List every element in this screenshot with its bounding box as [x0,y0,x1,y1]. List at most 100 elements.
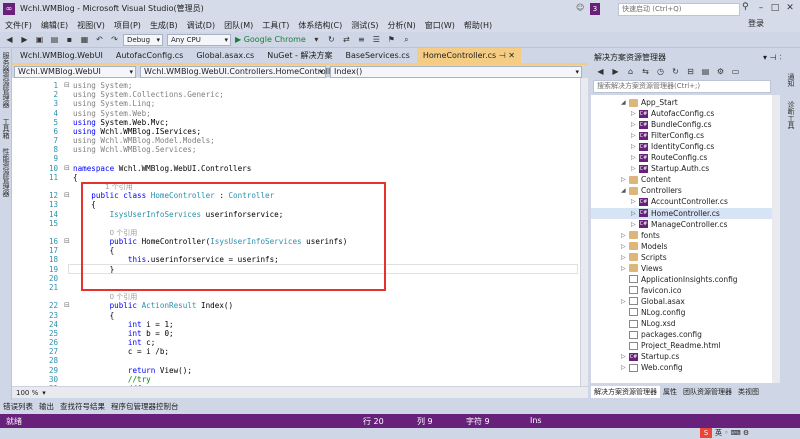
expand-arrow-icon[interactable]: ▷ [621,254,629,261]
platform-select[interactable]: Any CPU [167,33,231,46]
perf-explorer-tab[interactable]: 性能资源管理器 [1,148,11,197]
open-icon[interactable]: ▤ [48,33,61,46]
project-nav-select[interactable]: Wchl.WMBlog.WebUI [14,65,136,78]
code-line[interactable]: c = i /b; [73,347,169,356]
tree-item[interactable]: ▷ C# AccountController.cs [591,196,772,207]
se-tab-0[interactable]: 解决方案资源管理器 [591,386,660,398]
menu-item-11[interactable]: 窗口(W) [425,20,455,31]
tree-item[interactable]: ▷ fonts [591,230,772,241]
notifications-tab[interactable]: 通知 [786,73,796,87]
quick-launch-input[interactable]: 快速启动 (Ctrl+Q) [618,3,740,16]
bottom-tab-0[interactable]: 错误列表 [3,401,33,412]
solution-search-input[interactable]: 搜索解决方案资源管理器(Ctrl+;) [593,80,771,93]
fold-toggle-icon[interactable]: ⊟ [64,81,72,89]
code-line[interactable]: int b = 0; [73,329,174,338]
tree-item[interactable]: packages.config [591,329,772,340]
tree-item[interactable]: ▷ Content [591,174,772,185]
diagnostics-tab[interactable]: 诊断工具 [786,101,796,129]
tree-item[interactable]: ▷ C# HomeController.cs [591,207,772,219]
tree-item[interactable]: ▷ C# Startup.cs [591,351,772,362]
zoom-level[interactable]: 100 % [16,389,38,397]
menu-item-1[interactable]: 编辑(E) [41,20,68,31]
expand-arrow-icon[interactable]: ◢ [621,99,629,106]
menu-item-4[interactable]: 生成(B) [150,20,178,31]
close-tab-icon[interactable]: ⊣ ✕ [496,51,515,60]
tree-item[interactable]: ApplicationInsights.config [591,274,772,285]
doc-tab-0[interactable]: Wchl.WMBlog.WebUI [14,48,109,63]
expand-arrow-icon[interactable]: ▷ [631,132,639,139]
bottom-tab-2[interactable]: 查找符号结果 [60,401,105,412]
ime-mode-icon[interactable]: 英 ◦ ⌨ ⚙ [715,428,749,438]
expand-arrow-icon[interactable]: ▷ [631,165,639,172]
comment-icon[interactable]: ≡ [355,33,368,46]
class-nav-select[interactable]: Wchl.WMBlog.WebUI.Controllers.HomeContro… [140,65,338,78]
run-button[interactable]: ▶ Google Chrome [235,35,306,44]
menu-item-5[interactable]: 调试(D) [187,20,215,31]
code-line[interactable]: using System.Web.Mvc; [73,118,169,127]
back-icon[interactable]: ◀ [3,33,16,46]
se-sync-icon[interactable]: ⇆ [639,65,652,78]
code-line[interactable]: int i = 1; [73,320,174,329]
tree-item[interactable]: ▷ C# IdentityConfig.cs [591,141,772,152]
redo-icon[interactable]: ↷ [108,33,121,46]
se-show-all-icon[interactable]: ▤ [699,65,712,78]
expand-arrow-icon[interactable]: ▷ [631,110,639,117]
expand-arrow-icon[interactable]: ▷ [631,198,639,205]
doc-tab-3[interactable]: NuGet - 解决方案 [261,48,338,63]
se-pending-icon[interactable]: ◷ [654,65,667,78]
tree-item[interactable]: ▷ C# ManageController.cs [591,219,772,230]
maximize-icon[interactable]: □ [768,2,782,15]
se-refresh-icon[interactable]: ↻ [669,65,682,78]
feedback-icon[interactable]: ☺ [576,3,584,12]
menu-item-12[interactable]: 帮助(H) [464,20,492,31]
code-line[interactable]: using Wchl.WMBlog.Services; [73,145,196,154]
tree-item[interactable]: ▷ Global.asax [591,296,772,307]
code-line[interactable]: using System.Web; [73,109,151,118]
expand-arrow-icon[interactable]: ▷ [631,210,639,217]
code-line[interactable]: int c; [73,338,155,347]
se-back-icon[interactable]: ◀ [594,65,607,78]
tree-item[interactable]: ▷ Models [591,241,772,252]
expand-arrow-icon[interactable]: ▷ [621,353,629,360]
tree-item[interactable]: ◢ Controllers [591,185,772,196]
doc-tab-5[interactable]: HomeController.cs ⊣ ✕ [416,48,521,63]
toolbox-tab[interactable]: 工具箱 [1,118,11,139]
close-icon[interactable]: ✕ [783,2,797,15]
tree-item[interactable]: ▷ C# AutofacConfig.cs [591,108,772,119]
search-icon[interactable]: ⚲ [742,2,749,12]
menu-item-2[interactable]: 视图(V) [77,20,105,31]
run-dropdown-icon[interactable]: ▾ [310,33,323,46]
menu-item-6[interactable]: 团队(M) [224,20,253,31]
fold-toggle-icon[interactable]: ⊟ [64,301,72,309]
code-line[interactable]: using Wchl.WMBlog.IServices; [73,127,201,136]
code-line[interactable]: using Wchl.WMBlog.Model.Models; [73,136,215,145]
save-icon[interactable]: ▪ [63,33,76,46]
se-tab-1[interactable]: 属性 [660,386,680,398]
doc-tab-2[interactable]: Global.asax.cs [190,48,260,63]
tree-item[interactable]: ▷ C# Startup.Auth.cs [591,163,772,174]
ime-icon[interactable]: S [700,428,712,438]
notification-flag-icon[interactable]: 3 [590,3,600,15]
se-collapse-icon[interactable]: ⊟ [684,65,697,78]
bottom-tab-1[interactable]: 输出 [39,401,54,412]
se-tab-2[interactable]: 团队资源管理器 [680,386,735,398]
se-home-icon[interactable]: ⌂ [624,65,637,78]
undo-icon[interactable]: ↶ [93,33,106,46]
menu-item-0[interactable]: 文件(F) [5,20,32,31]
new-project-icon[interactable]: ▣ [33,33,46,46]
menu-item-10[interactable]: 分析(N) [388,20,416,31]
expand-arrow-icon[interactable]: ▷ [631,221,639,228]
config-select[interactable]: Debug [123,33,163,46]
forward-icon[interactable]: ▶ [18,33,31,46]
tree-item[interactable]: ▷ Web.config [591,362,772,373]
code-line[interactable]: public ActionResult Index() [73,301,233,310]
menu-item-3[interactable]: 项目(P) [114,20,141,31]
refresh-icon[interactable]: ↻ [325,33,338,46]
tree-item[interactable]: ▷ C# FilterConfig.cs [591,130,772,141]
server-explorer-tab[interactable]: 服务器资源管理器 [1,52,11,108]
login-link[interactable]: 登录 [748,18,764,29]
code-line[interactable]: namespace Wchl.WMBlog.WebUI.Controllers [73,164,251,173]
menu-item-7[interactable]: 工具(T) [262,20,289,31]
code-line[interactable]: //try [73,375,151,384]
code-line[interactable]: { [73,311,115,320]
